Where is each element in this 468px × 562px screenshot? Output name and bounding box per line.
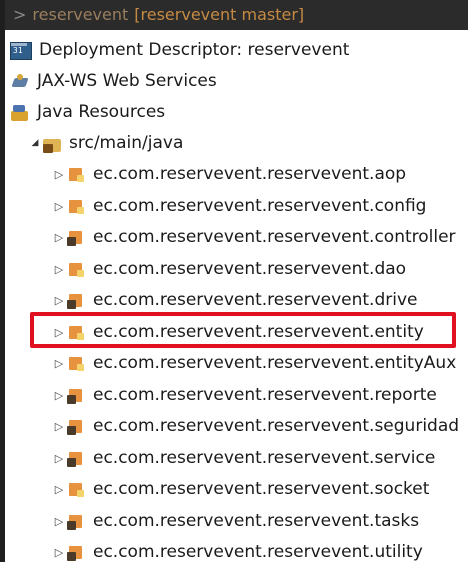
collapsed-twisty-icon[interactable]	[52, 411, 66, 442]
tree-item-java-resources[interactable]: Java Resources	[10, 97, 165, 128]
tree-item-label: ec.com.reservevent.reservevent.entityAux	[93, 353, 457, 373]
tree-item-label: Java Resources	[37, 102, 166, 122]
package-dark-icon	[66, 449, 86, 469]
tree-item-package[interactable]: ec.com.reservevent.reservevent.socket	[52, 474, 429, 505]
tree-item-package[interactable]: ec.com.reservevent.reservevent.dao	[52, 254, 406, 285]
source-folder-icon	[42, 134, 62, 154]
package-dark-icon	[66, 291, 86, 311]
project-name: reservevent	[32, 5, 129, 24]
branch-label: [reservevent master]	[134, 5, 305, 24]
tree-item-package[interactable]: ec.com.reservevent.reservevent.tasks	[52, 506, 419, 537]
tree-item-label: ec.com.reservevent.reservevent.config	[93, 196, 427, 216]
tree-item-label: src/main/java	[69, 133, 184, 153]
tree-item-label: ec.com.reservevent.reservevent.socket	[93, 479, 430, 499]
collapsed-twisty-icon[interactable]	[52, 254, 66, 285]
tree-item-label: ec.com.reservevent.reservevent.seguridad	[93, 416, 460, 436]
collapsed-twisty-icon[interactable]	[52, 506, 66, 537]
tree-item-package[interactable]: ec.com.reservevent.reservevent.aop	[52, 159, 406, 190]
package-dark-icon	[66, 417, 86, 437]
collapsed-twisty-icon[interactable]	[52, 222, 66, 253]
package-dark-icon	[66, 512, 86, 532]
tree-item-deployment-descriptor[interactable]: Deployment Descriptor: reservevent	[10, 35, 349, 66]
tree-item-package[interactable]: ec.com.reservevent.reservevent.controlle…	[52, 222, 456, 253]
collapsed-twisty-icon[interactable]	[52, 474, 66, 505]
tree-item-package[interactable]: ec.com.reservevent.reservevent.entityAux	[52, 348, 456, 379]
project-header-row[interactable]: > reservevent [reservevent master]	[5, 0, 468, 30]
expanded-twisty-icon[interactable]	[28, 128, 42, 159]
package-icon	[66, 260, 86, 280]
tree-item-package[interactable]: ec.com.reservevent.reservevent.utility	[52, 537, 423, 562]
tree-item-package[interactable]: ec.com.reservevent.reservevent.drive	[52, 285, 417, 316]
tree-item-label: Deployment Descriptor: reservevent	[39, 40, 350, 60]
collapsed-twisty-icon[interactable]	[52, 191, 66, 222]
tree-item-label: ec.com.reservevent.reservevent.tasks	[93, 511, 420, 531]
java-resources-icon	[10, 103, 30, 123]
tree-item-package[interactable]: ec.com.reservevent.reservevent.service	[52, 443, 435, 474]
tree-item-label: ec.com.reservevent.reservevent.utility	[93, 542, 423, 562]
tree-item-label: ec.com.reservevent.reservevent.aop	[93, 164, 407, 184]
package-dark-icon	[66, 543, 86, 562]
tree-item-label: ec.com.reservevent.reservevent.drive	[93, 290, 418, 310]
tree-item-package[interactable]: ec.com.reservevent.reservevent.seguridad	[52, 411, 459, 442]
collapsed-twisty-icon[interactable]	[52, 348, 66, 379]
package-icon	[66, 197, 86, 217]
collapsed-twisty-icon[interactable]	[52, 285, 66, 316]
tree-item-label: ec.com.reservevent.reservevent.dao	[93, 259, 407, 279]
collapsed-twisty-icon[interactable]	[52, 537, 66, 562]
tree-item-label: ec.com.reservevent.reservevent.reporte	[93, 385, 437, 405]
collapsed-twisty-icon[interactable]	[52, 443, 66, 474]
package-dark-icon	[66, 228, 86, 248]
package-icon	[66, 165, 86, 185]
left-edge	[0, 0, 5, 562]
package-icon	[66, 323, 86, 343]
tree-item-jaxws[interactable]: JAX-WS Web Services	[10, 66, 217, 97]
tree-item-src-main-java[interactable]: src/main/java	[28, 128, 183, 159]
tree-item-package[interactable]: ec.com.reservevent.reservevent.config	[52, 191, 426, 222]
tree-item-label: ec.com.reservevent.reservevent.service	[93, 448, 436, 468]
collapsed-twisty-icon[interactable]	[52, 317, 66, 348]
tree-item-label: ec.com.reservevent.reservevent.controlle…	[93, 227, 456, 247]
web-services-icon	[10, 72, 30, 92]
tree-item-label: JAX-WS Web Services	[37, 71, 217, 91]
collapsed-twisty-icon[interactable]	[52, 159, 66, 190]
tree-item-label: ec.com.reservevent.reservevent.entity	[93, 322, 424, 342]
deployment-descriptor-icon	[10, 42, 32, 60]
tree-item-package[interactable]: ec.com.reservevent.reservevent.entity	[52, 317, 424, 348]
collapsed-twisty-icon[interactable]	[52, 380, 66, 411]
package-icon	[66, 354, 86, 374]
expand-arrow[interactable]: >	[13, 5, 26, 24]
package-icon	[66, 480, 86, 500]
package-dark-icon	[66, 386, 86, 406]
tree-item-package[interactable]: ec.com.reservevent.reservevent.reporte	[52, 380, 437, 411]
project-explorer: > reservevent [reservevent master] Deploym…	[0, 0, 468, 562]
